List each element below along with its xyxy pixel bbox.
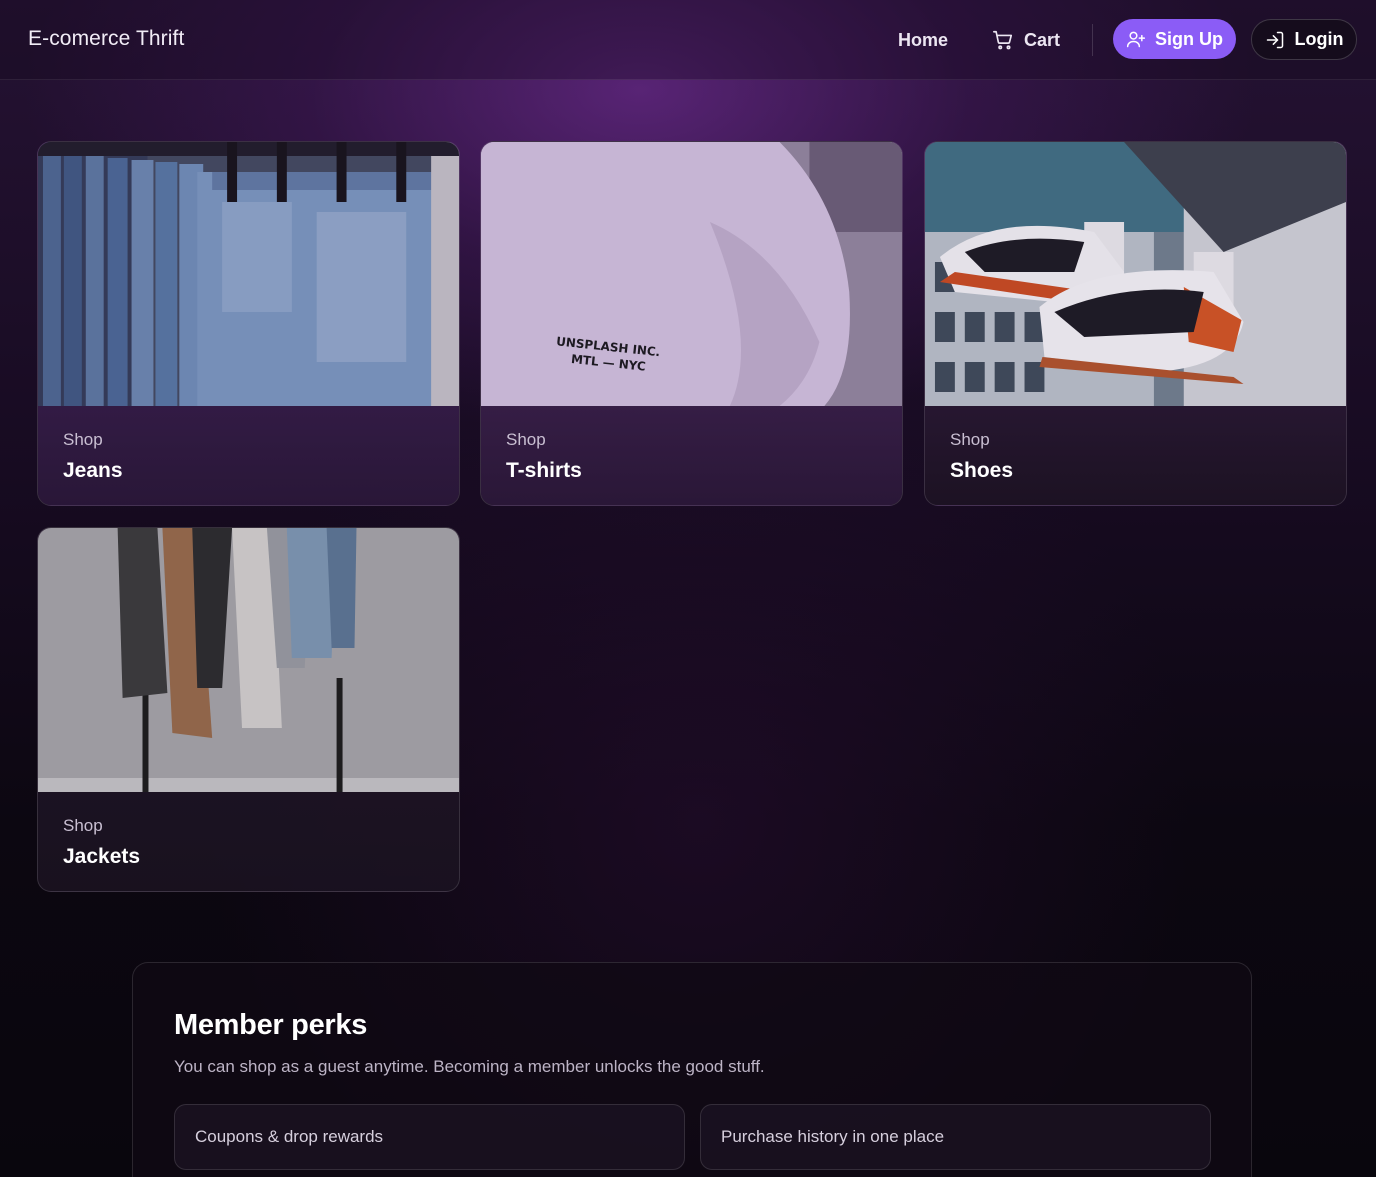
nav-divider	[1092, 24, 1093, 56]
signup-label: Sign Up	[1155, 28, 1223, 49]
shoes-photo	[925, 142, 1346, 406]
category-kicker: Shop	[63, 816, 103, 835]
category-title: Jackets	[63, 845, 141, 868]
category-card-jeans[interactable]: Shop Jeans	[37, 141, 460, 506]
category-title: Shoes	[950, 459, 1014, 482]
category-kicker: Shop	[63, 430, 103, 449]
user-plus-icon	[1126, 29, 1146, 49]
category-title: T-shirts	[506, 459, 582, 482]
login-button[interactable]: Login	[1251, 19, 1357, 60]
category-title: Jeans	[63, 459, 123, 482]
jeans-photo	[38, 142, 459, 406]
perks-subtitle: You can shop as a guest anytime. Becomin…	[174, 1057, 765, 1076]
jackets-photo	[38, 528, 459, 792]
nav-cart-link[interactable]: Cart	[980, 20, 1072, 60]
category-kicker: Shop	[506, 430, 546, 449]
login-icon	[1265, 30, 1285, 50]
category-card-body: Shop Shoes	[925, 406, 1346, 505]
perk-label: Purchase history in one place	[721, 1127, 945, 1146]
category-card-shoes[interactable]: Shop Shoes	[924, 141, 1347, 506]
login-label: Login	[1294, 29, 1344, 49]
perk-item-purchase-history: Purchase history in one place	[700, 1104, 1211, 1170]
nav-home-link[interactable]: Home	[885, 20, 961, 60]
category-kicker: Shop	[950, 430, 990, 449]
perk-label: Coupons & drop rewards	[195, 1127, 384, 1146]
category-card-body: Shop T-shirts	[481, 406, 902, 505]
top-navbar: E-comerce Thrift Home Cart Sign Up Login	[0, 0, 1376, 80]
signup-button[interactable]: Sign Up	[1113, 19, 1236, 59]
nav-home-label: Home	[898, 29, 949, 50]
category-card-body: Shop Jeans	[38, 406, 459, 505]
cart-icon	[992, 29, 1014, 51]
category-card-body: Shop Jackets	[38, 792, 459, 891]
category-card-jackets[interactable]: Shop Jackets	[37, 527, 460, 892]
category-card-tshirts[interactable]: UNSPLASH INC. MTL — NYC Shop T-shirts	[480, 141, 903, 506]
nav-cart-label: Cart	[1024, 29, 1061, 50]
perk-item-coupons: Coupons & drop rewards	[174, 1104, 685, 1170]
member-perks-panel: Member perks You can shop as a guest any…	[132, 962, 1252, 1177]
tshirt-photo: UNSPLASH INC. MTL — NYC	[481, 142, 902, 406]
perks-title: Member perks	[174, 1009, 368, 1041]
brand-logo-text[interactable]: E-comerce Thrift	[28, 27, 184, 51]
